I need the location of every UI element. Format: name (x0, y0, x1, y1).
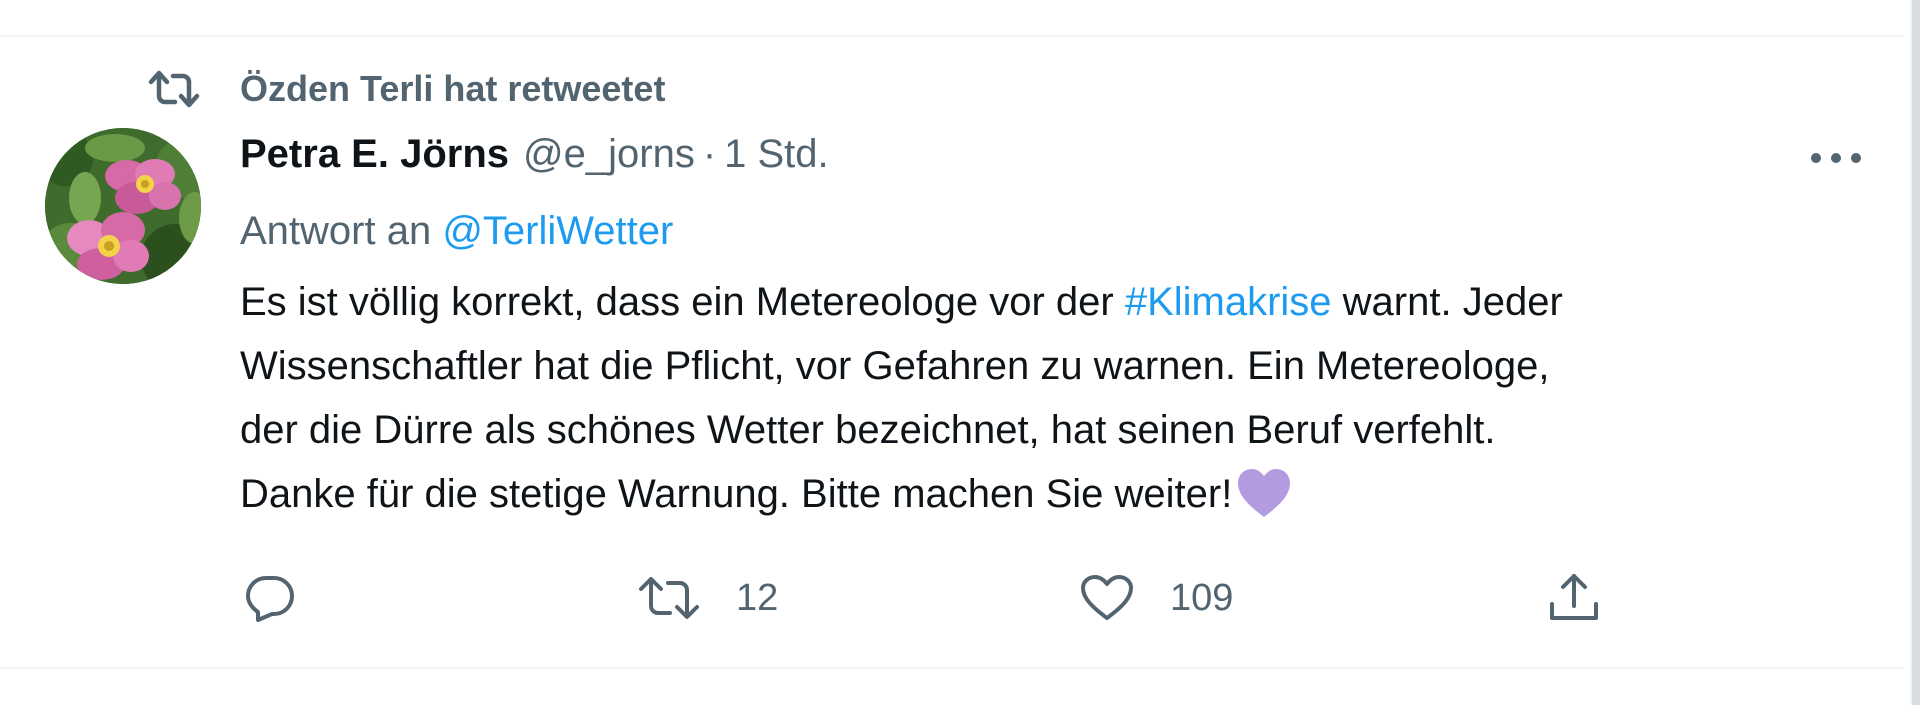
author-handle[interactable]: @e_jorns (523, 132, 695, 177)
avatar-flower-photo (45, 128, 201, 284)
retweet-icon (638, 574, 700, 622)
like-count: 109 (1170, 577, 1234, 619)
retweet-icon (148, 69, 200, 109)
avatar[interactable] (45, 128, 201, 284)
more-options-icon (1810, 151, 1862, 169)
reply-button[interactable] (244, 570, 332, 626)
share-button[interactable] (1548, 570, 1636, 626)
author-name[interactable]: Petra E. Jörns (240, 132, 509, 177)
tweet-text-segment: warnt. Jeder (1331, 280, 1563, 324)
purple-heart-icon (1236, 467, 1292, 519)
retweet-button[interactable]: 12 (638, 570, 778, 626)
tweet-page: Özden Terli hat retweetet Petra E. Jörns… (0, 0, 1920, 705)
retweet-context[interactable]: Özden Terli hat retweetet (148, 64, 665, 114)
tweet-text: Es ist völlig korrekt, dass ein Metereol… (240, 270, 1860, 526)
scrollbar[interactable] (1912, 0, 1920, 705)
tweet-text-line-3: der die Dürre als schönes Wetter bezeich… (240, 408, 1496, 452)
retweet-context-label[interactable]: Özden Terli hat retweetet (240, 64, 665, 114)
tweet-timestamp[interactable]: 1 Std. (724, 132, 829, 177)
header-separator: · (702, 132, 717, 176)
reply-icon (244, 574, 296, 622)
tweet-text-line-1: Es ist völlig korrekt, dass ein Metereol… (240, 270, 1860, 334)
tweet-text-segment: Es ist völlig korrekt, dass ein Metereol… (240, 280, 1125, 324)
divider-top (0, 35, 1905, 37)
reply-prefix: Antwort an (240, 209, 443, 253)
tweet-text-line-4: Danke für die stetige Warnung. Bitte mac… (240, 462, 1860, 526)
reply-context: Antwort an @TerliWetter (240, 203, 673, 259)
share-icon (1548, 572, 1600, 624)
divider-bottom (0, 667, 1905, 669)
retweet-count: 12 (736, 577, 779, 619)
tweet-text-line-2: Wissenschaftler hat die Pflicht, vor Gef… (240, 344, 1550, 388)
reply-to-link[interactable]: @TerliWetter (442, 209, 673, 253)
tweet-header: Petra E. Jörns @e_jorns · 1 Std. (240, 132, 829, 192)
hashtag-link[interactable]: #Klimakrise (1125, 280, 1332, 324)
tweet-text-segment: Danke für die stetige Warnung. Bitte mac… (240, 472, 1233, 516)
more-options-button[interactable] (1808, 140, 1864, 180)
heart-icon (1080, 574, 1134, 622)
like-button[interactable]: 109 (1080, 570, 1233, 626)
